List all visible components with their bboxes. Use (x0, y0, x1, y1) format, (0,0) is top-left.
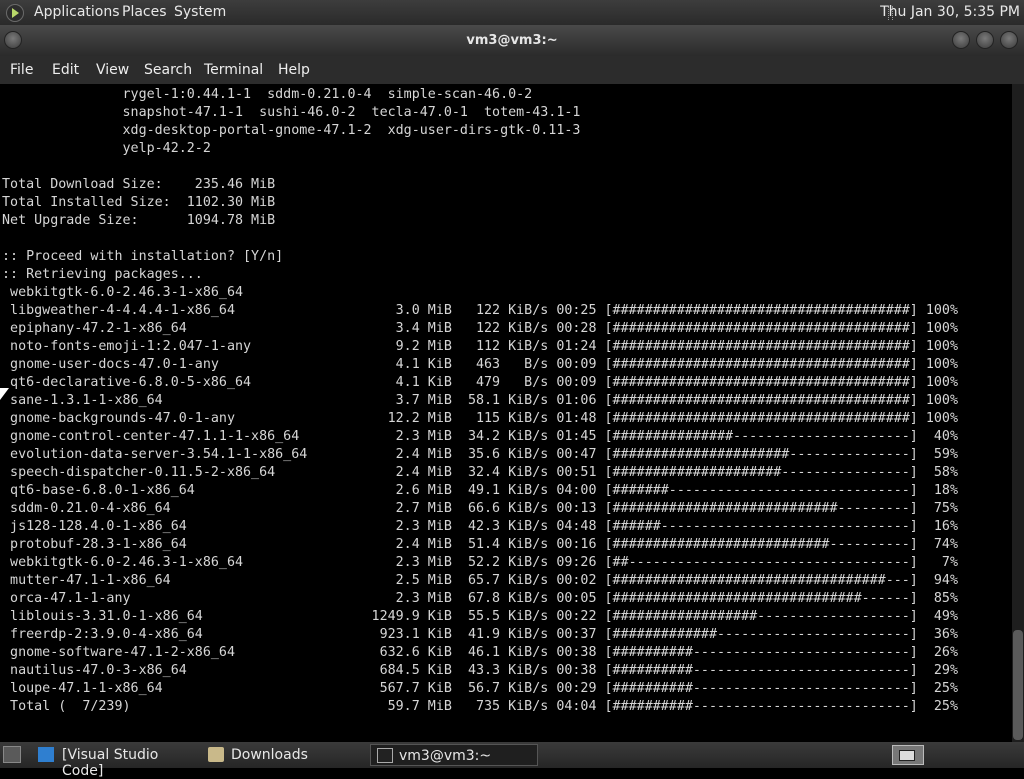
distro-logo-icon[interactable] (6, 4, 24, 22)
window-titlebar[interactable]: vm3@vm3:~ (0, 25, 1024, 56)
terminal-line: qt6-declarative-6.8.0-5-x86_64 4.1 KiB 4… (2, 375, 959, 390)
terminal-line: nautilus-47.0-3-x86_64 684.5 KiB 43.3 Ki… (2, 663, 959, 678)
terminal-line: webkitgtk-6.0-2.46.3-1-x86_64 (2, 285, 244, 300)
terminal-line: evolution-data-server-3.54.1-1-x86_64 2.… (2, 447, 959, 462)
terminal-line: protobuf-28.3-1-x86_64 2.4 MiB 51.4 KiB/… (2, 537, 959, 552)
menu-help[interactable]: Help (278, 62, 310, 78)
terminal-icon (377, 748, 393, 763)
terminal-line: sane-1.3.1-1-x86_64 3.7 MiB 58.1 KiB/s 0… (2, 393, 959, 408)
terminal-line: :: Retrieving packages... (2, 267, 203, 282)
close-button[interactable] (1000, 31, 1018, 49)
system-menu[interactable]: System (174, 4, 226, 20)
terminal-line: freerdp-2:3.9.0-4-x86_64 923.1 KiB 41.9 … (2, 627, 959, 642)
terminal-line: xdg-desktop-portal-gnome-47.1-2 xdg-user… (2, 123, 581, 138)
scrollbar[interactable] (1012, 84, 1024, 742)
task-label: [Visual Studio Code] (62, 747, 159, 779)
taskbar-downloads[interactable]: Downloads (202, 744, 368, 766)
terminal-line: liblouis-3.31.0-1-x86_64 1249.9 KiB 55.5… (2, 609, 959, 624)
top-panel: Applications Places System Thu Jan 30, 5… (0, 0, 1024, 25)
terminal-line: Total ( 7/239) 59.7 MiB 735 KiB/s 04:04 … (2, 699, 959, 714)
applications-menu[interactable]: Applications (34, 4, 120, 20)
menu-search[interactable]: Search (144, 62, 192, 78)
show-desktop-icon[interactable] (3, 746, 21, 763)
terminal-line: noto-fonts-emoji-1:2.047-1-any 9.2 MiB 1… (2, 339, 959, 354)
mouse-pointer-icon (0, 388, 9, 400)
terminal-line: rygel-1:0.44.1-1 sddm-0.21.0-4 simple-sc… (2, 87, 533, 102)
scrollbar-thumb[interactable] (1013, 630, 1023, 740)
taskbar-vscode[interactable]: [Visual Studio Code] (32, 744, 198, 779)
terminal-output[interactable]: rygel-1:0.44.1-1 sddm-0.21.0-4 simple-sc… (0, 84, 1012, 742)
minimize-button[interactable] (952, 31, 970, 49)
menu-terminal[interactable]: Terminal (204, 62, 263, 78)
terminal-line: yelp-42.2-2 (2, 141, 211, 156)
menu-view[interactable]: View (96, 62, 129, 78)
terminal-line: qt6-base-6.8.0-1-x86_64 2.6 MiB 49.1 KiB… (2, 483, 959, 498)
folder-icon (208, 747, 224, 762)
task-label: Downloads (231, 747, 308, 763)
terminal-line: libgweather-4-4.4.4-1-x86_64 3.0 MiB 122… (2, 303, 959, 318)
terminal-lines: rygel-1:0.44.1-1 sddm-0.21.0-4 simple-sc… (2, 86, 958, 716)
terminal-line: epiphany-47.2-1-x86_64 3.4 MiB 122 KiB/s… (2, 321, 959, 336)
places-menu[interactable]: Places (122, 4, 167, 20)
clock[interactable]: Thu Jan 30, 5:35 PM (880, 4, 1020, 20)
menu-file[interactable]: File (10, 62, 33, 78)
bottom-panel: [Visual Studio Code] Downloads vm3@vm3:~ (0, 742, 1024, 779)
vscode-icon (38, 747, 54, 762)
terminal-line: gnome-user-docs-47.0-1-any 4.1 KiB 463 B… (2, 357, 959, 372)
terminal-line: snapshot-47.1-1 sushi-46.0-2 tecla-47.0-… (2, 105, 581, 120)
terminal-line: :: Proceed with installation? [Y/n] (2, 249, 284, 264)
terminal-line: gnome-backgrounds-47.0-1-any 12.2 MiB 11… (2, 411, 959, 426)
terminal-line: gnome-control-center-47.1.1-1-x86_64 2.3… (2, 429, 959, 444)
terminal-line: gnome-software-47.1-2-x86_64 632.6 KiB 4… (2, 645, 959, 660)
taskbar-terminal[interactable]: vm3@vm3:~ (370, 744, 538, 766)
terminal-line: webkitgtk-6.0-2.46.3-1-x86_64 2.3 MiB 52… (2, 555, 959, 570)
terminal-line: Total Download Size: 235.46 MiB (2, 177, 276, 192)
terminal-line: js128-128.4.0-1-x86_64 2.3 MiB 42.3 KiB/… (2, 519, 959, 534)
terminal-line: sddm-0.21.0-4-x86_64 2.7 MiB 66.6 KiB/s … (2, 501, 959, 516)
menu-edit[interactable]: Edit (52, 62, 79, 78)
terminal-menubar: File Edit View Search Terminal Help (0, 56, 1024, 84)
workspace-switcher-icon[interactable] (892, 745, 924, 765)
terminal-line: loupe-47.1-1-x86_64 567.7 KiB 56.7 KiB/s… (2, 681, 959, 696)
terminal-line: Net Upgrade Size: 1094.78 MiB (2, 213, 276, 228)
terminal-line: speech-dispatcher-0.11.5-2-x86_64 2.4 Mi… (2, 465, 959, 480)
terminal-line: orca-47.1-1-any 2.3 MiB 67.8 KiB/s 00:05… (2, 591, 959, 606)
terminal-line: mutter-47.1-1-x86_64 2.5 MiB 65.7 KiB/s … (2, 573, 959, 588)
window-title: vm3@vm3:~ (466, 33, 558, 48)
task-label: vm3@vm3:~ (399, 748, 492, 764)
maximize-button[interactable] (976, 31, 994, 49)
terminal-line: Total Installed Size: 1102.30 MiB (2, 195, 276, 210)
